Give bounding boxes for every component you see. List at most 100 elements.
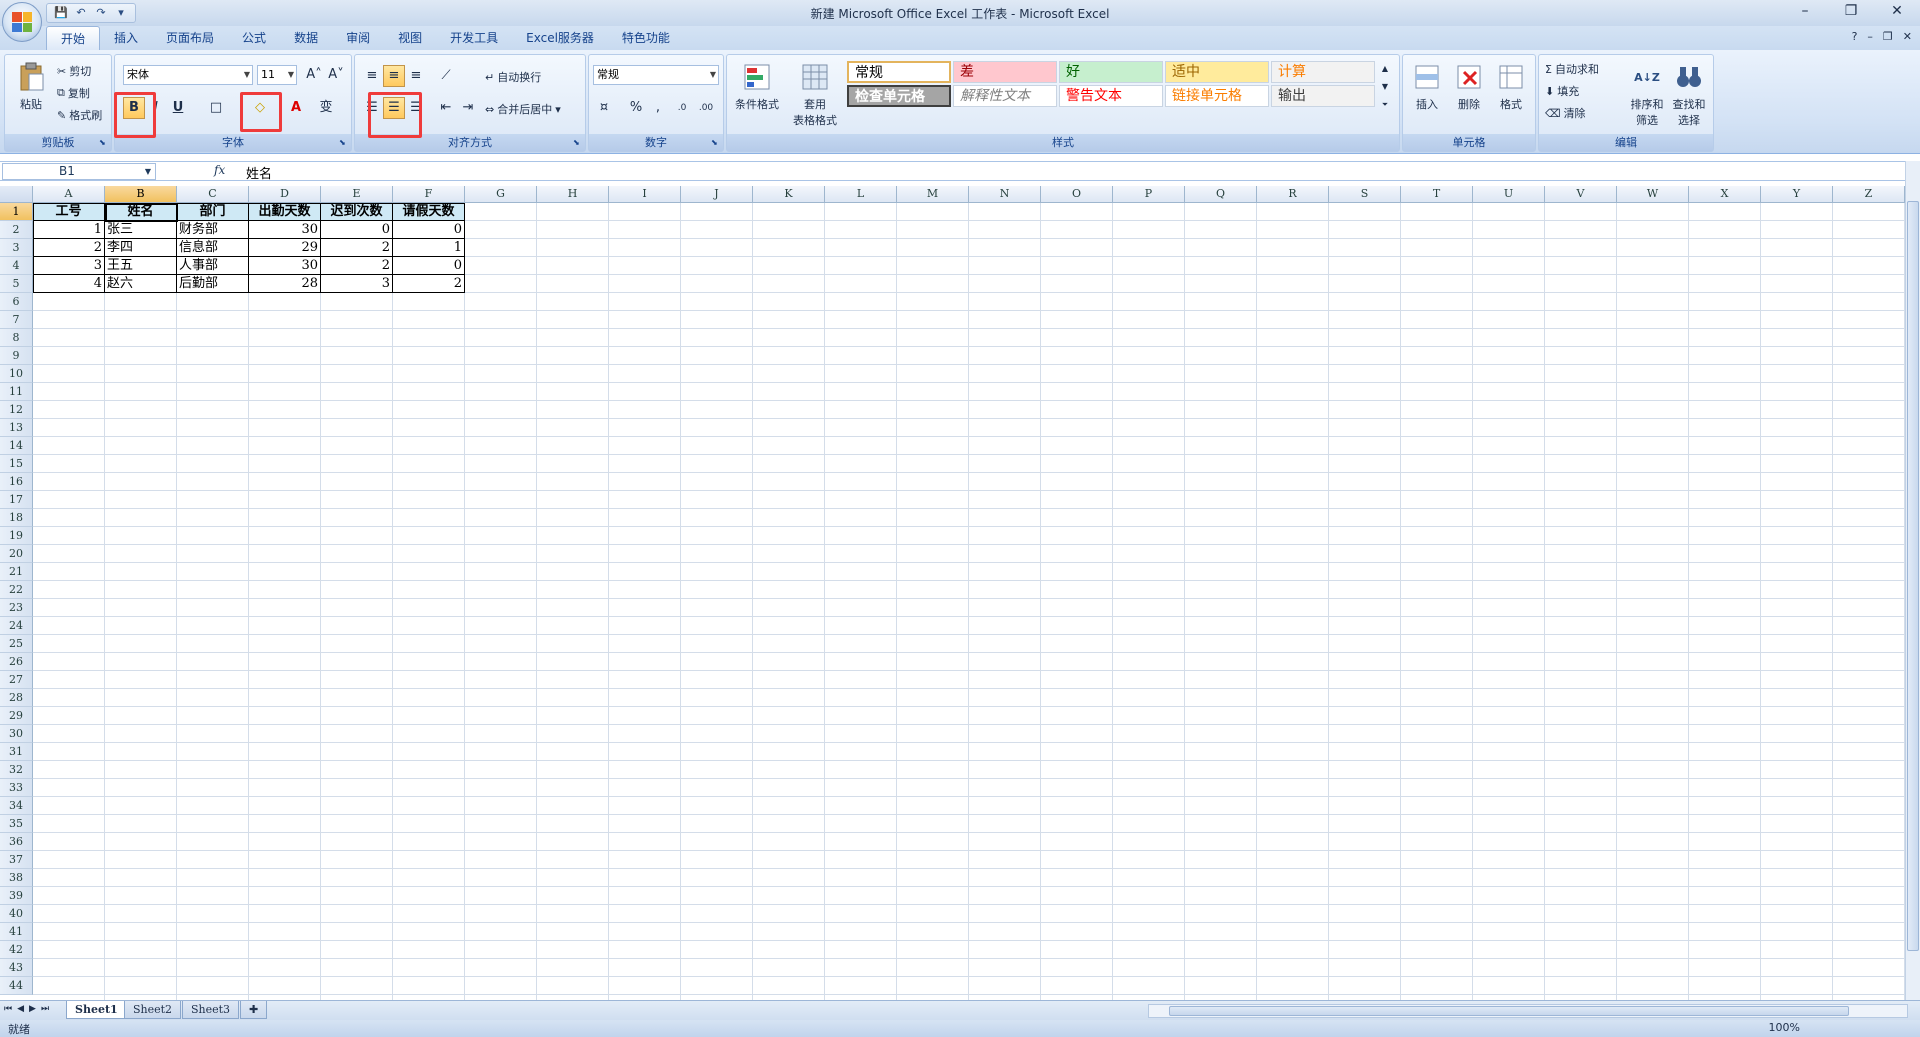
- font-color-button[interactable]: A: [285, 97, 307, 119]
- delete-cells-button[interactable]: 删除: [1447, 61, 1491, 112]
- table-header-cell[interactable]: 请假天数: [393, 203, 465, 221]
- column-header-X[interactable]: X: [1689, 186, 1761, 203]
- gallery-up-icon[interactable]: ▲: [1377, 61, 1393, 77]
- row-header[interactable]: 33: [0, 779, 33, 797]
- increase-decimal-button[interactable]: .0: [671, 97, 693, 119]
- decrease-indent-icon[interactable]: ⇤: [435, 97, 457, 119]
- cut-button[interactable]: ✂ 剪切: [57, 63, 91, 79]
- row-header[interactable]: 15: [0, 455, 33, 473]
- row-header[interactable]: 5: [0, 275, 33, 293]
- row-header[interactable]: 25: [0, 635, 33, 653]
- table-cell[interactable]: 30: [249, 221, 321, 239]
- table-cell[interactable]: 1: [33, 221, 105, 239]
- paste-button[interactable]: 粘贴: [9, 61, 53, 112]
- horizontal-scroll-thumb[interactable]: [1169, 1006, 1849, 1016]
- gallery-down-icon[interactable]: ▼: [1377, 79, 1393, 95]
- column-header-B[interactable]: B: [105, 186, 177, 203]
- currency-icon[interactable]: ¤: [593, 97, 615, 119]
- column-header-J[interactable]: J: [681, 186, 753, 203]
- font-dialog-launcher[interactable]: ⬊: [339, 138, 349, 148]
- font-size-combo[interactable]: 11 ▼: [257, 65, 297, 85]
- underline-button[interactable]: U: [167, 97, 189, 119]
- column-header-T[interactable]: T: [1401, 186, 1473, 203]
- number-format-combo[interactable]: 常规 ▼: [593, 65, 719, 85]
- number-dialog-launcher[interactable]: ⬊: [711, 138, 721, 148]
- insert-function-icon[interactable]: fx: [214, 163, 225, 177]
- row-header[interactable]: 36: [0, 833, 33, 851]
- row-header[interactable]: 12: [0, 401, 33, 419]
- row-header[interactable]: 17: [0, 491, 33, 509]
- copy-button[interactable]: ⧉ 复制: [57, 85, 90, 101]
- column-header-C[interactable]: C: [177, 186, 249, 203]
- close-button[interactable]: ✕: [1874, 0, 1920, 24]
- row-header[interactable]: 2: [0, 221, 33, 239]
- tab-0[interactable]: 开始: [46, 26, 101, 50]
- find-select-button[interactable]: 查找和 选择: [1667, 61, 1711, 128]
- row-header[interactable]: 3: [0, 239, 33, 257]
- tab-2[interactable]: 页面布局: [152, 26, 228, 50]
- row-header[interactable]: 16: [0, 473, 33, 491]
- table-header-cell[interactable]: 出勤天数: [249, 203, 321, 221]
- sort-filter-button[interactable]: A↓Z 排序和 筛选: [1625, 61, 1669, 128]
- clear-button[interactable]: ⌫ 清除: [1545, 105, 1586, 121]
- restore-icon[interactable]: ❐: [1883, 30, 1893, 43]
- close-icon[interactable]: ✕: [1903, 30, 1912, 43]
- next-sheet-icon[interactable]: ▶: [29, 1004, 36, 1014]
- redo-icon[interactable]: ↷: [93, 6, 109, 20]
- table-cell[interactable]: 28: [249, 275, 321, 293]
- column-header-R[interactable]: R: [1257, 186, 1329, 203]
- gallery-more-icon[interactable]: ⏷: [1377, 97, 1393, 113]
- row-header[interactable]: 34: [0, 797, 33, 815]
- table-cell[interactable]: 0: [321, 221, 393, 239]
- undo-icon[interactable]: ↶: [73, 6, 89, 20]
- tab-7[interactable]: 开发工具: [436, 26, 512, 50]
- row-header[interactable]: 1: [0, 203, 33, 221]
- column-header-W[interactable]: W: [1617, 186, 1689, 203]
- phonetic-button[interactable]: 变: [315, 97, 337, 119]
- column-header-U[interactable]: U: [1473, 186, 1545, 203]
- shrink-font-button[interactable]: A˅: [325, 64, 347, 86]
- row-header[interactable]: 24: [0, 617, 33, 635]
- align-left-icon[interactable]: ☰: [361, 97, 383, 119]
- row-header[interactable]: 28: [0, 689, 33, 707]
- row-header[interactable]: 44: [0, 977, 33, 995]
- table-cell[interactable]: 张三: [105, 221, 177, 239]
- table-cell[interactable]: 2: [393, 275, 465, 293]
- select-all-corner[interactable]: [0, 186, 33, 203]
- row-header[interactable]: 30: [0, 725, 33, 743]
- wrap-text-button[interactable]: ↵ 自动换行: [485, 69, 541, 85]
- column-header-L[interactable]: L: [825, 186, 897, 203]
- row-header[interactable]: 6: [0, 293, 33, 311]
- cell-style-8[interactable]: 链接单元格: [1165, 85, 1269, 107]
- format-painter-button[interactable]: ✎ 格式刷: [57, 107, 102, 123]
- align-top-icon[interactable]: ≡: [361, 65, 383, 87]
- tab-1[interactable]: 插入: [100, 26, 152, 50]
- name-box[interactable]: B1 ▼: [2, 163, 156, 180]
- cell-style-6[interactable]: 解释性文本: [953, 85, 1057, 107]
- min-icon[interactable]: –: [1867, 30, 1873, 43]
- row-header[interactable]: 8: [0, 329, 33, 347]
- tab-3[interactable]: 公式: [228, 26, 280, 50]
- column-header-Y[interactable]: Y: [1761, 186, 1833, 203]
- row-header[interactable]: 10: [0, 365, 33, 383]
- customize-qat-icon[interactable]: ▾: [113, 6, 129, 20]
- fill-color-button[interactable]: ◇: [249, 97, 271, 119]
- comma-button[interactable]: ,: [647, 97, 669, 119]
- prev-sheet-icon[interactable]: ◀: [17, 1004, 24, 1014]
- column-header-D[interactable]: D: [249, 186, 321, 203]
- decrease-decimal-button[interactable]: .00: [695, 97, 717, 119]
- table-cell[interactable]: 30: [249, 257, 321, 275]
- table-cell[interactable]: 人事部: [177, 257, 249, 275]
- row-header[interactable]: 26: [0, 653, 33, 671]
- row-header[interactable]: 22: [0, 581, 33, 599]
- table-cell[interactable]: 2: [33, 239, 105, 257]
- row-header[interactable]: 7: [0, 311, 33, 329]
- first-sheet-icon[interactable]: ⏮: [4, 1004, 12, 1014]
- column-header-O[interactable]: O: [1041, 186, 1113, 203]
- zoom-level[interactable]: 100%: [1769, 1021, 1800, 1034]
- row-header[interactable]: 29: [0, 707, 33, 725]
- clipboard-dialog-launcher[interactable]: ⬊: [99, 138, 109, 148]
- row-header[interactable]: 11: [0, 383, 33, 401]
- row-header[interactable]: 13: [0, 419, 33, 437]
- row-header[interactable]: 9: [0, 347, 33, 365]
